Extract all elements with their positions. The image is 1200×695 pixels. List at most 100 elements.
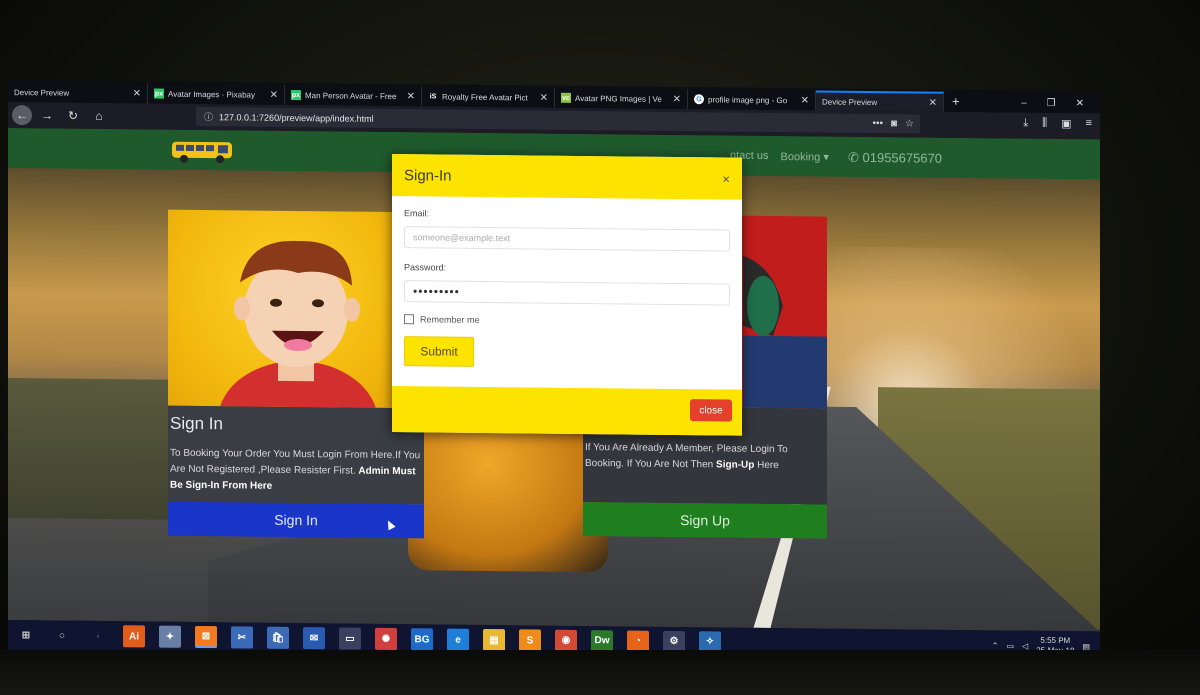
sublime-taskbar-icon[interactable]: S bbox=[519, 629, 541, 652]
booking-dropdown[interactable]: Booking ▾ bbox=[781, 150, 829, 164]
mail-taskbar-icon[interactable]: ✉ bbox=[303, 627, 325, 650]
tab-close-icon[interactable]: ✕ bbox=[270, 89, 278, 100]
tab-label: Avatar PNG Images | Ve bbox=[575, 93, 662, 104]
site-info-icon[interactable]: ⓘ bbox=[204, 110, 213, 123]
sign-in-card-text: To Booking Your Order You Must Login Fro… bbox=[170, 446, 422, 497]
task-view-icon[interactable]: ▫ bbox=[87, 625, 109, 647]
sign-up-tail: Here bbox=[757, 459, 779, 472]
window-controls: – ❐ ✕ bbox=[1021, 93, 1100, 114]
tab-avatar-pixabay[interactable]: px Avatar Images · Pixabay ✕ bbox=[148, 83, 285, 105]
tab-label: profile image png - Go bbox=[708, 94, 788, 105]
email-label: Email: bbox=[404, 208, 430, 219]
modal-body: Email: someone@example.text Password: ••… bbox=[392, 196, 742, 370]
modal-close-icon[interactable]: × bbox=[722, 171, 730, 186]
password-label: Password: bbox=[404, 262, 447, 273]
close-button[interactable]: close bbox=[690, 399, 732, 422]
pixabay-favicon-icon: px bbox=[154, 88, 164, 99]
menu-icon[interactable]: ≡ bbox=[1086, 117, 1092, 130]
bus-logo-icon[interactable] bbox=[170, 138, 236, 165]
sign-in-card-body: Sign In To Booking Your Order You Must L… bbox=[168, 405, 424, 505]
tab-label: Avatar Images · Pixabay bbox=[168, 89, 256, 100]
screen: Device Preview ✕ px Avatar Images · Pixa… bbox=[8, 80, 1100, 662]
desk-surface bbox=[0, 650, 1200, 695]
sign-in-button[interactable]: Sign In bbox=[168, 501, 424, 539]
male-avatar-image bbox=[168, 209, 424, 409]
home-icon[interactable]: ⌂ bbox=[88, 105, 110, 127]
volume-icon[interactable]: ◁ bbox=[1022, 641, 1028, 650]
tab-label: Device Preview bbox=[14, 87, 70, 98]
tray-chevron-icon[interactable]: ⌃ bbox=[992, 641, 999, 650]
tab-avatar-png-images[interactable]: vc Avatar PNG Images | Ve ✕ bbox=[555, 87, 688, 110]
network-taskbar-icon[interactable]: ✺ bbox=[375, 627, 397, 651]
store-taskbar-icon[interactable]: 🛍 bbox=[267, 626, 289, 649]
screen-taskbar-icon[interactable]: ▭ bbox=[339, 627, 361, 650]
avatar-illustration bbox=[218, 240, 378, 409]
xampp-taskbar-icon[interactable]: ⊠ bbox=[195, 625, 217, 649]
remember-me-checkbox[interactable] bbox=[404, 314, 414, 325]
tab-close-icon[interactable]: ✕ bbox=[801, 95, 809, 106]
sign-in-modal: Sign-In × Email: someone@example.text Pa… bbox=[392, 154, 742, 436]
sign-up-button[interactable]: Sign Up bbox=[583, 502, 827, 539]
tab-device-preview-1[interactable]: Device Preview ✕ bbox=[8, 82, 148, 104]
modal-footer: close bbox=[392, 386, 742, 436]
forward-arrow-icon[interactable]: → bbox=[36, 104, 58, 126]
vecteezy-favicon-icon: vc bbox=[561, 92, 571, 103]
reload-icon[interactable]: ↻ bbox=[62, 105, 84, 127]
tab-close-icon[interactable]: ✕ bbox=[673, 93, 681, 104]
windows-start-icon[interactable]: ⊞ bbox=[15, 624, 37, 646]
close-window-button[interactable]: ✕ bbox=[1076, 98, 1084, 109]
site-links: ntact us Booking ▾ bbox=[730, 150, 829, 164]
tab-label: Royalty Free Avatar Pict bbox=[442, 92, 528, 102]
tab-man-person-avatar[interactable]: px Man Person Avatar - Free ✕ bbox=[285, 84, 422, 107]
app-bird-taskbar-icon[interactable]: ✦ bbox=[159, 625, 181, 648]
url-text: 127.0.0.1:7260/preview/app/index.html bbox=[219, 111, 374, 124]
sign-up-card-text: If You Are Already A Member, Please Logi… bbox=[585, 440, 825, 475]
minimize-button[interactable]: – bbox=[1021, 97, 1027, 108]
edge-taskbar-icon[interactable]: e bbox=[447, 628, 469, 651]
email-field[interactable]: someone@example.text bbox=[404, 226, 730, 252]
clock-time: 5:55 PM bbox=[1040, 635, 1071, 646]
modal-title: Sign-In bbox=[404, 166, 452, 185]
explorer-taskbar-icon[interactable]: ▤ bbox=[483, 628, 505, 652]
toolbar-right: ⤓ ⫼ ▣ ≡ bbox=[1023, 117, 1092, 131]
istock-favicon-icon: iS bbox=[429, 92, 437, 100]
pocket-icon[interactable]: ◙ bbox=[891, 118, 897, 129]
back-arrow-icon[interactable]: ← bbox=[12, 105, 32, 126]
chrome-taskbar-icon[interactable]: ◉ bbox=[555, 629, 577, 652]
remember-me-label: Remember me bbox=[420, 314, 480, 325]
tab-close-icon[interactable]: ✕ bbox=[929, 97, 937, 108]
tab-profile-image-google[interactable]: G profile image png - Go ✕ bbox=[688, 89, 816, 111]
password-field[interactable]: ••••••••• bbox=[404, 280, 730, 306]
tab-royalty-free-avatar[interactable]: iS Royalty Free Avatar Pict ✕ bbox=[422, 86, 555, 108]
library-icon[interactable]: ⫼ bbox=[1042, 117, 1047, 130]
url-actions: ••• ◙ ☆ bbox=[872, 118, 914, 129]
remember-me: Remember me bbox=[404, 314, 730, 327]
sidebar-icon[interactable]: ▣ bbox=[1061, 117, 1071, 130]
restore-button[interactable]: ❐ bbox=[1047, 97, 1056, 108]
sign-in-card: Sign In To Booking Your Order You Must L… bbox=[168, 209, 424, 543]
phone-number: ✆ 01955675670 bbox=[848, 149, 943, 166]
star-icon[interactable]: ☆ bbox=[905, 118, 914, 129]
tab-close-icon[interactable]: ✕ bbox=[540, 92, 548, 103]
tab-close-icon[interactable]: ✕ bbox=[133, 88, 141, 99]
dreamweaver-taskbar-icon[interactable]: Dw bbox=[591, 630, 613, 653]
illustrator-taskbar-icon[interactable]: Ai bbox=[123, 625, 145, 648]
page-actions-icon[interactable]: ••• bbox=[872, 118, 883, 129]
bg-taskbar-icon[interactable]: BG bbox=[411, 628, 433, 651]
tab-label: Man Person Avatar - Free bbox=[305, 90, 397, 101]
modal-header: Sign-In × bbox=[392, 154, 742, 200]
new-tab-button[interactable]: + bbox=[944, 92, 968, 112]
download-icon[interactable]: ⤓ bbox=[1023, 117, 1028, 130]
google-favicon-icon: G bbox=[694, 94, 704, 105]
sign-in-card-title: Sign In bbox=[170, 413, 223, 434]
submit-button[interactable]: Submit bbox=[404, 336, 474, 367]
tab-close-icon[interactable]: ✕ bbox=[407, 91, 415, 102]
snip-taskbar-icon[interactable]: ✂ bbox=[231, 626, 253, 649]
address-bar[interactable]: ⓘ 127.0.0.1:7260/preview/app/index.html … bbox=[196, 106, 920, 134]
tab-label: Device Preview bbox=[822, 97, 878, 107]
cortana-icon[interactable]: ○ bbox=[51, 624, 73, 646]
tab-device-preview-active[interactable]: Device Preview ✕ bbox=[816, 90, 944, 112]
sign-up-emphasis: Sign-Up bbox=[716, 459, 755, 471]
network-icon[interactable]: ▭ bbox=[1006, 641, 1014, 650]
web-page: ntact us Booking ▾ ✆ 01955675670 Sign In… bbox=[8, 128, 1100, 632]
